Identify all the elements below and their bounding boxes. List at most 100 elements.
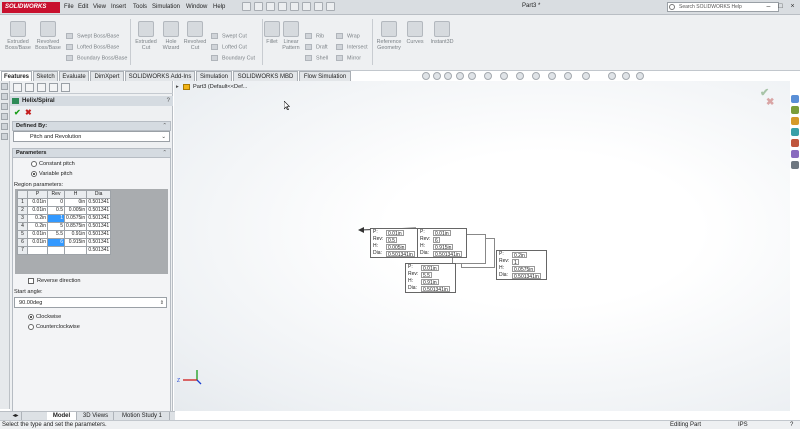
menu-insert[interactable]: Insert [111, 3, 126, 12]
cancel-button[interactable]: ✖ [25, 108, 32, 117]
ok-button[interactable]: ✔ [14, 108, 21, 117]
cell-p[interactable]: 0.01in [27, 238, 48, 247]
cell-dia[interactable]: 0.501341 [86, 230, 112, 239]
rib-button[interactable]: Rib [305, 33, 324, 40]
callout-value[interactable]: 0.915in [433, 243, 454, 251]
wrap-button[interactable]: Wrap [336, 33, 360, 40]
callout-value[interactable]: 0.501341in [433, 250, 462, 258]
new-document-icon[interactable] [242, 2, 251, 11]
rebuild-icon[interactable] [314, 2, 323, 11]
cell-p[interactable]: 0.01in [27, 206, 48, 215]
configuration-manager-icon[interactable] [1, 103, 8, 110]
menu-window[interactable]: Window [186, 3, 207, 12]
cell-dia[interactable]: 0.501341 [86, 198, 112, 207]
tab-solidworks-mbd[interactable]: SOLIDWORKS MBD [233, 71, 298, 81]
table-row[interactable]: 3 0.2in 1 0.0575in 0.501341 [17, 214, 112, 223]
boundary-cut-button[interactable]: Boundary Cut [211, 55, 255, 62]
mirror-button[interactable]: Mirror [336, 55, 361, 62]
defined-by-header[interactable]: Defined By: ⌃ [12, 121, 171, 131]
expand-arrow-icon[interactable]: ▸ [176, 84, 179, 91]
instant3d-button[interactable]: Instant3D [428, 21, 456, 45]
cell-dia[interactable]: 0.501341 [86, 222, 112, 231]
callout-value[interactable]: 0.005in [386, 243, 407, 251]
print-icon[interactable] [278, 2, 287, 11]
callout-value[interactable]: 0.2in [512, 251, 527, 259]
open-icon[interactable] [254, 2, 263, 11]
tab-features[interactable]: Features [1, 71, 32, 81]
save-icon[interactable] [266, 2, 275, 11]
confirm-cancel-icon[interactable]: ✖ [766, 97, 774, 108]
cell-h[interactable]: 0.91in [63, 230, 88, 239]
close-icon[interactable]: × [789, 2, 796, 11]
cell-p[interactable]: 0.2in [27, 222, 48, 231]
table-row[interactable]: 7 0.501341 [17, 246, 112, 255]
cell-p[interactable]: 0.01in [27, 198, 48, 207]
lofted-boss-button[interactable]: Lofted Boss/Base [66, 44, 119, 51]
configuration-tab-icon[interactable] [37, 83, 46, 92]
callout-value[interactable]: 0.501341in [512, 272, 541, 280]
feature-tree-icon[interactable] [1, 83, 8, 90]
hide-show-items-icon[interactable] [516, 72, 524, 80]
appearances-icon[interactable] [791, 139, 799, 147]
section-view-icon[interactable] [456, 72, 464, 80]
fillet-button[interactable]: Fillet [264, 21, 280, 45]
callout-value[interactable]: 0.01in [386, 229, 404, 237]
menu-file[interactable]: File [64, 3, 74, 12]
dynamic-annotation-icon[interactable] [468, 72, 476, 80]
cell-h[interactable]: 0in [63, 198, 88, 207]
cell-h[interactable]: 0.8575in [63, 222, 88, 231]
property-manager-icon[interactable] [1, 93, 8, 100]
viewport-close-icon[interactable] [636, 72, 644, 80]
defined-by-select[interactable]: Pitch and Revolution ⌄ [13, 131, 170, 142]
zoom-to-area-icon[interactable] [433, 72, 441, 80]
revolved-boss-button[interactable]: Revolved Boss/Base [34, 21, 62, 51]
cell-dia[interactable]: 0.501341 [86, 214, 112, 223]
cell-rev-selected[interactable]: 6 [47, 238, 65, 247]
cell-rev[interactable]: 0 [47, 198, 65, 207]
linear-pattern-button[interactable]: Linear Pattern [280, 21, 302, 51]
restore-icon[interactable]: □ [777, 2, 784, 11]
options-gear-icon[interactable] [326, 2, 335, 11]
resources-icon[interactable] [791, 95, 799, 103]
spinner-icon[interactable]: ⇕ [160, 298, 164, 308]
cell-rev[interactable]: 0.5 [47, 206, 65, 215]
viewport-minimize-icon[interactable] [608, 72, 616, 80]
helix-callout[interactable]: P: 0.01in Rev: 6 H: 0.915in Dia: 0.501341in [417, 228, 467, 258]
custom-properties-icon[interactable] [791, 150, 799, 158]
callout-value[interactable]: 0.01in [433, 229, 451, 237]
cell-dia[interactable]: 0.501341 [86, 206, 112, 215]
help-search-input[interactable]: Search SOLIDWORKS Help [667, 2, 779, 12]
callout-value[interactable]: 0.91in [421, 278, 439, 286]
tab-evaluate[interactable]: Evaluate [59, 71, 89, 81]
intersect-button[interactable]: Intersect [336, 44, 368, 51]
cell-dia[interactable]: 0.501341 [86, 246, 112, 255]
lofted-cut-button[interactable]: Lofted Cut [211, 44, 247, 51]
tab-solidworks-addins[interactable]: SOLIDWORKS Add-Ins [125, 71, 195, 81]
cell-h[interactable]: 0.915in [63, 238, 88, 247]
table-row[interactable]: 4 0.2in 5 0.8575in 0.501341 [17, 222, 112, 231]
curves-button[interactable]: Curves [405, 21, 425, 45]
hole-wizard-button[interactable]: Hole Wizard [159, 21, 183, 51]
feature-manager-tab-icon[interactable] [13, 83, 22, 92]
undo-icon[interactable] [290, 2, 299, 11]
cell-rev[interactable]: 5.5 [47, 230, 65, 239]
cell-rev[interactable]: 5 [47, 222, 65, 231]
previous-view-icon[interactable] [444, 72, 452, 80]
helix-callout[interactable]: P: 0.01in Rev: 0.5 H: 0.005in Dia: 0.501341i… [370, 228, 418, 258]
callout-value[interactable]: 0.501341in [421, 285, 450, 293]
view-orientation-icon[interactable] [484, 72, 492, 80]
cell-h[interactable]: 0.005in [63, 206, 88, 215]
callout-value[interactable]: 0.01in [421, 264, 439, 272]
apply-scene-icon[interactable] [548, 72, 556, 80]
boundary-boss-button[interactable]: Boundary Boss/Base [66, 55, 127, 62]
edit-appearance-icon[interactable] [532, 72, 540, 80]
swept-boss-button[interactable]: Swept Boss/Base [66, 33, 119, 40]
revolved-cut-button[interactable]: Revolved Cut [183, 21, 207, 51]
display-tab-icon[interactable] [61, 83, 70, 92]
menu-view[interactable]: View [93, 3, 106, 12]
cell-h[interactable] [63, 246, 88, 255]
draft-button[interactable]: Draft [305, 44, 328, 51]
dimxpert-tab-icon[interactable] [49, 83, 58, 92]
tab-simulation[interactable]: Simulation [196, 71, 232, 81]
minimize-icon[interactable]: – [765, 2, 772, 11]
